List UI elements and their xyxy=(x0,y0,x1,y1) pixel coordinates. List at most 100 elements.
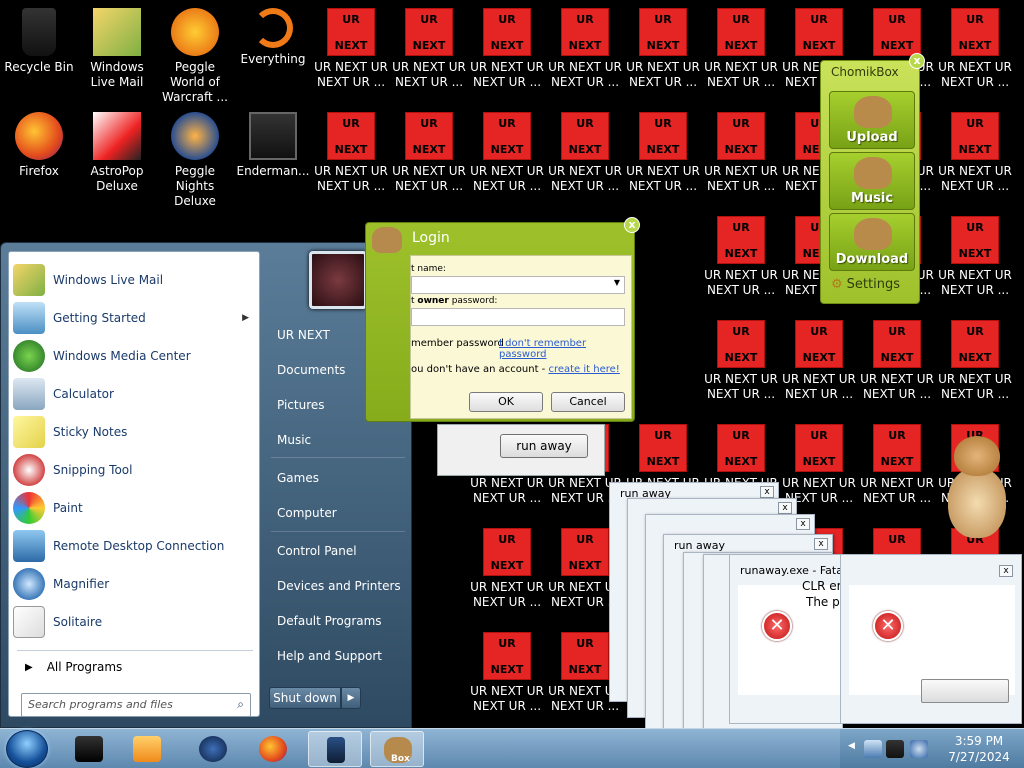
close-icon[interactable]: x xyxy=(909,53,925,69)
desktop-icon-peggle-wow[interactable]: Peggle World of Warcraft ... xyxy=(156,4,234,104)
desktop-icon-ur-next[interactable]: URNEXTUR NEXT UR NEXT UR ... xyxy=(858,316,936,412)
desktop-icon-ur-next[interactable]: URNEXTUR NEXT UR NEXT UR ... xyxy=(936,4,1014,100)
desktop-icon-ur-next[interactable]: URNEXTUR NEXT UR NEXT UR ... xyxy=(546,4,624,100)
start-link-games[interactable]: Games xyxy=(271,467,405,489)
start-item-sticky-notes[interactable]: Sticky Notes xyxy=(13,414,257,450)
close-icon[interactable]: x xyxy=(814,538,828,550)
taskbar-chomikbox[interactable]: Box xyxy=(370,731,424,767)
user-picture[interactable] xyxy=(309,251,367,309)
clock-time[interactable]: 3:59 PM xyxy=(946,734,1012,748)
monitor-icon[interactable] xyxy=(886,740,904,758)
password-input[interactable] xyxy=(411,308,625,326)
desktop-icon-everything[interactable]: Everything xyxy=(234,4,312,100)
desktop-icon-ur-next[interactable]: URNEXTUR NEXT UR NEXT UR ... xyxy=(780,316,858,412)
desktop-icon-ur-next[interactable]: URNEXTUR NEXT UR NEXT UR ... xyxy=(312,4,390,100)
username-select[interactable]: ▼ xyxy=(411,276,625,294)
start-link-help-support[interactable]: Help and Support xyxy=(271,645,405,667)
desktop-icon-recycle-bin[interactable]: Recycle Bin xyxy=(0,4,78,100)
taskbar-media-player[interactable] xyxy=(120,731,174,767)
error-ok-button[interactable] xyxy=(921,679,1009,703)
network-icon[interactable] xyxy=(864,740,882,758)
desktop-icon-ur-next[interactable]: URNEXTUR NEXT UR NEXT UR ... xyxy=(546,108,624,204)
create-account-link[interactable]: create it here! xyxy=(548,364,619,375)
close-icon[interactable]: x xyxy=(796,518,810,530)
start-search-input[interactable]: Search programs and files ⌕ xyxy=(21,693,251,717)
mail-icon xyxy=(93,8,141,56)
start-link-computer[interactable]: Computer xyxy=(271,502,405,524)
runaway-fatal-error-window[interactable]: runaway.exe - Fata ✕ CLR err The pr xyxy=(729,554,849,724)
start-item-snipping-tool[interactable]: Snipping Tool xyxy=(13,452,257,488)
desktop-icon-ur-next[interactable]: URNEXTUR NEXT UR NEXT UR ... xyxy=(936,316,1014,412)
taskbar-firefox[interactable] xyxy=(246,731,300,767)
taskbar-app-3[interactable] xyxy=(186,731,240,767)
chomikbox-settings[interactable]: ⚙ Settings xyxy=(831,277,900,292)
ur-next-icon: URNEXT xyxy=(483,8,531,56)
start-item-getting-started[interactable]: Getting Started ▶ xyxy=(13,300,257,336)
desktop-icon-ur-next[interactable]: URNEXTUR NEXT UR NEXT UR ... xyxy=(702,316,780,412)
desktop-icon-ur-next[interactable]: URNEXTUR NEXT UR NEXT UR ... xyxy=(312,108,390,204)
ok-button[interactable]: OK xyxy=(469,392,543,412)
desktop-icon-ur-next[interactable]: URNEXTUR NEXT UR NEXT UR ... xyxy=(468,524,546,620)
all-programs[interactable]: ▶ All Programs xyxy=(13,654,257,680)
ur-next-icon: URNEXT xyxy=(327,8,375,56)
taskbar: Box ◀ 3:59 PM 7/27/2024 xyxy=(0,728,1024,768)
desktop-icon-ur-next[interactable]: URNEXTUR NEXT UR NEXT UR ... xyxy=(624,4,702,100)
start-item-windows-media-center[interactable]: Windows Media Center xyxy=(13,338,257,374)
desktop-icon-peggle-nights[interactable]: Peggle Nights Deluxe xyxy=(156,108,234,208)
shutdown-options-button[interactable]: ▶ xyxy=(341,687,361,709)
start-item-paint[interactable]: Paint xyxy=(13,490,257,526)
desktop-icon-ur-next[interactable]: URNEXTUR NEXT UR NEXT UR ... xyxy=(624,108,702,204)
start-link-control-panel[interactable]: Control Panel xyxy=(271,540,405,562)
desktop-icon-ur-next[interactable]: URNEXTUR NEXT UR NEXT UR ... xyxy=(702,4,780,100)
desktop-icon-astropop[interactable]: AstroPop Deluxe xyxy=(78,108,156,204)
desktop-icon-ur-next[interactable]: URNEXTUR NEXT UR NEXT UR ... xyxy=(936,108,1014,204)
start-item-solitaire[interactable]: Solitaire xyxy=(13,604,257,640)
media-player-icon xyxy=(133,736,161,762)
ur-next-icon: URNEXT xyxy=(405,8,453,56)
shutdown-button[interactable]: Shut down xyxy=(269,687,341,709)
forgot-password-link[interactable]: I don't remember password xyxy=(499,338,631,360)
close-icon[interactable]: x xyxy=(999,565,1013,577)
run-away-button[interactable]: run away xyxy=(500,434,588,458)
ur-next-icon: URNEXT xyxy=(483,528,531,576)
start-item-windows-live-mail[interactable]: Windows Live Mail xyxy=(13,262,257,298)
chomikbox-upload-button[interactable]: Upload xyxy=(829,91,915,149)
ur-next-icon: URNEXT xyxy=(873,8,921,56)
desktop-icon-ur-next[interactable]: URNEXTUR NEXT UR NEXT UR ... xyxy=(936,212,1014,308)
error-window-front[interactable]: x ✕ xyxy=(840,554,1022,724)
taskbar-app-1[interactable] xyxy=(62,731,116,767)
start-item-calculator[interactable]: Calculator xyxy=(13,376,257,412)
start-link-devices-printers[interactable]: Devices and Printers xyxy=(271,575,405,597)
astropop-icon xyxy=(93,112,141,160)
desktop-icon-ur-next[interactable]: URNEXTUR NEXT UR NEXT UR ... xyxy=(468,628,546,724)
desktop-icon-ur-next[interactable]: URNEXTUR NEXT UR NEXT UR ... xyxy=(858,420,936,516)
close-icon[interactable]: x xyxy=(760,486,774,498)
start-item-remote-desktop[interactable]: Remote Desktop Connection xyxy=(13,528,257,564)
firefox-icon xyxy=(259,736,287,762)
desktop-icon-windows-live-mail[interactable]: Windows Live Mail xyxy=(78,4,156,100)
desktop-icon-ur-next[interactable]: URNEXTUR NEXT UR NEXT UR ... xyxy=(702,108,780,204)
clock-date[interactable]: 7/27/2024 xyxy=(940,750,1018,764)
desktop-icon-enderman[interactable]: Enderman... xyxy=(234,108,312,204)
remember-password-checkbox[interactable]: member password xyxy=(411,338,504,349)
chomikbox-title: ChomikBox xyxy=(831,65,899,79)
desktop-icon-ur-next[interactable]: URNEXTUR NEXT UR NEXT UR ... xyxy=(468,4,546,100)
desktop-icon-ur-next[interactable]: URNEXTUR NEXT UR NEXT UR ... xyxy=(702,212,780,308)
chomikbox-download-button[interactable]: Download xyxy=(829,213,915,271)
desktop-icon-ur-next[interactable]: URNEXTUR NEXT UR NEXT UR ... xyxy=(390,108,468,204)
close-icon[interactable]: x xyxy=(624,217,640,233)
show-hidden-icons-icon[interactable]: ◀ xyxy=(848,741,855,751)
desktop-icon-ur-next[interactable]: URNEXTUR NEXT UR NEXT UR ... xyxy=(468,108,546,204)
start-item-magnifier[interactable]: Magnifier xyxy=(13,566,257,602)
taskbar-app-5[interactable] xyxy=(308,731,362,767)
chomikbox-music-button[interactable]: Music xyxy=(829,152,915,210)
close-icon[interactable]: x xyxy=(778,502,792,514)
cancel-button[interactable]: Cancel xyxy=(551,392,625,412)
start-link-default-programs[interactable]: Default Programs xyxy=(271,610,405,632)
start-link-music[interactable]: Music xyxy=(271,429,405,451)
volume-icon[interactable] xyxy=(910,740,928,758)
hamster-upload-icon xyxy=(854,96,892,128)
desktop-icon-firefox[interactable]: Firefox xyxy=(0,108,78,204)
desktop-icon-ur-next[interactable]: URNEXTUR NEXT UR NEXT UR ... xyxy=(390,4,468,100)
start-button[interactable] xyxy=(6,730,48,768)
